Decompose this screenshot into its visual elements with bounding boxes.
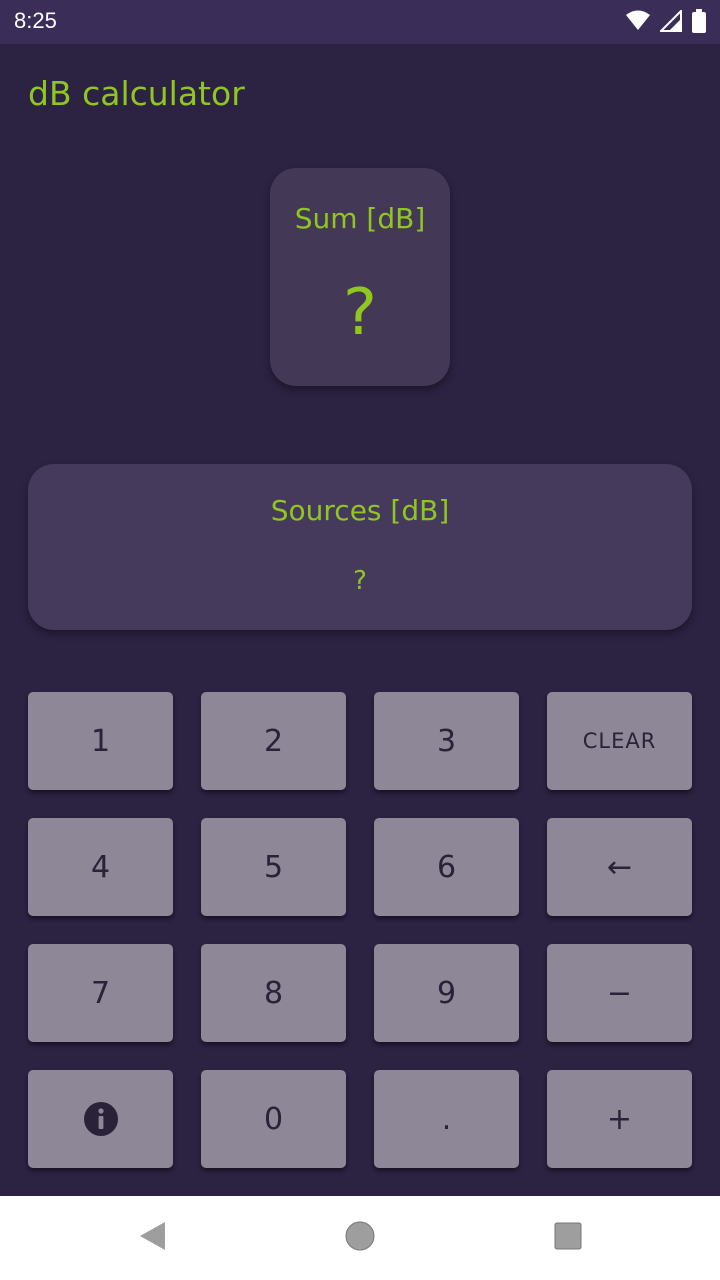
key-5[interactable]: 5	[201, 818, 346, 916]
key-7[interactable]: 7	[28, 944, 173, 1042]
status-bar: 8:25	[0, 0, 720, 44]
plus-button[interactable]: +	[547, 1070, 692, 1168]
back-icon	[137, 1220, 167, 1256]
signal-icon	[660, 10, 682, 32]
key-4[interactable]: 4	[28, 818, 173, 916]
recents-button[interactable]	[548, 1218, 588, 1258]
info-button[interactable]	[28, 1070, 173, 1168]
home-button[interactable]	[340, 1218, 380, 1258]
status-time: 8:25	[14, 8, 57, 33]
sum-label: Sum [dB]	[294, 202, 426, 235]
app-title: dB calculator	[28, 74, 245, 113]
sources-value: ?	[353, 566, 367, 596]
keypad: 1 2 3 CLEAR 4 5 6 ← 7 8 9 − 0 . +	[28, 692, 692, 1168]
sources-label: Sources [dB]	[270, 494, 450, 527]
decimal-point-button[interactable]: .	[374, 1070, 519, 1168]
key-1[interactable]: 1	[28, 692, 173, 790]
sum-value: ?	[343, 276, 377, 350]
key-0[interactable]: 0	[201, 1070, 346, 1168]
battery-icon	[692, 9, 706, 33]
back-button[interactable]	[132, 1218, 172, 1258]
clear-button[interactable]: CLEAR	[547, 692, 692, 790]
recents-icon	[553, 1221, 583, 1255]
sum-card: Sum [dB] ?	[270, 168, 450, 386]
screen: 8:25 dB calculator Sum [dB] ? Sources [d…	[0, 0, 720, 1280]
key-3[interactable]: 3	[374, 692, 519, 790]
home-icon	[344, 1220, 376, 1256]
backspace-button[interactable]: ←	[547, 818, 692, 916]
navigation-bar	[0, 1196, 720, 1280]
status-icons	[626, 9, 706, 33]
sources-card[interactable]: Sources [dB] ?	[28, 464, 692, 630]
wifi-icon	[626, 10, 650, 32]
key-2[interactable]: 2	[201, 692, 346, 790]
app-content: dB calculator Sum [dB] ? Sources [dB] ? …	[0, 44, 720, 1196]
key-8[interactable]: 8	[201, 944, 346, 1042]
key-9[interactable]: 9	[374, 944, 519, 1042]
key-6[interactable]: 6	[374, 818, 519, 916]
minus-button[interactable]: −	[547, 944, 692, 1042]
info-icon	[83, 1102, 118, 1136]
